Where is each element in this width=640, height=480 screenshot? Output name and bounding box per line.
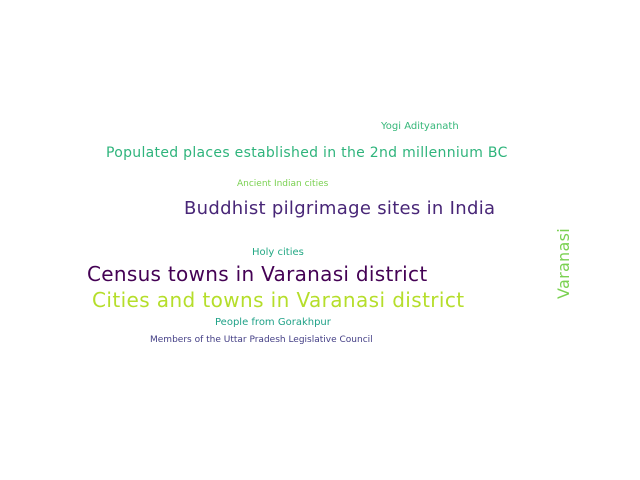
word-yogi-adityanath: Yogi Adityanath xyxy=(381,121,459,132)
word-varanasi: Varanasi xyxy=(554,228,573,300)
word-cities-and-towns: Cities and towns in Varanasi district xyxy=(92,288,465,312)
word-cloud: Yogi Adityanath Populated places establi… xyxy=(0,0,640,480)
word-people-from-gorakhpur: People from Gorakhpur xyxy=(215,317,331,328)
word-members-legislative-council: Members of the Uttar Pradesh Legislative… xyxy=(150,335,373,345)
word-buddhist-pilgrimage-sites: Buddhist pilgrimage sites in India xyxy=(184,198,496,219)
word-ancient-indian-cities: Ancient Indian cities xyxy=(237,179,329,189)
word-holy-cities: Holy cities xyxy=(252,247,304,258)
word-census-towns: Census towns in Varanasi district xyxy=(87,262,428,286)
word-populated-places: Populated places established in the 2nd … xyxy=(106,145,508,161)
